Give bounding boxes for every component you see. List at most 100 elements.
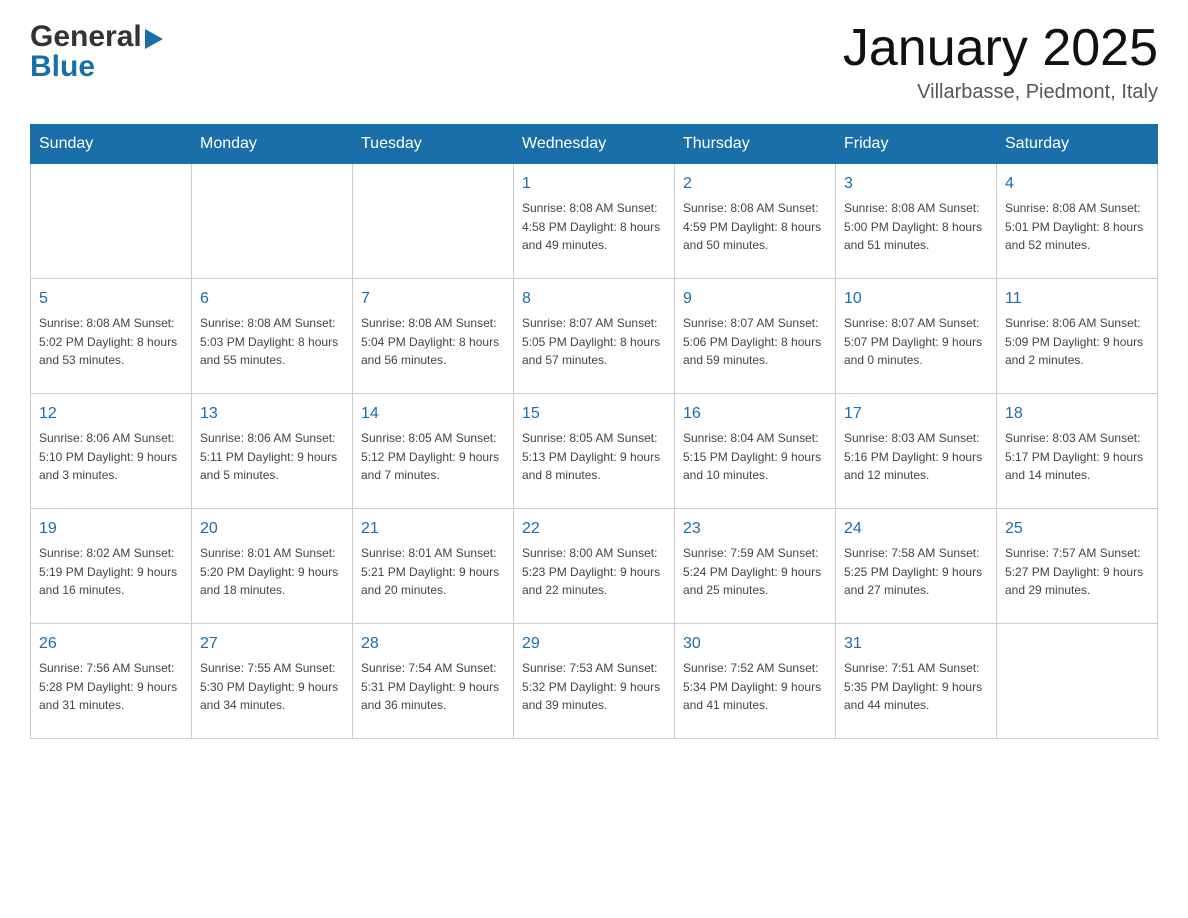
calendar-week-row: 12Sunrise: 8:06 AM Sunset: 5:10 PM Dayli… [31, 394, 1158, 509]
day-info: Sunrise: 8:06 AM Sunset: 5:09 PM Dayligh… [1005, 314, 1149, 370]
day-number: 18 [1005, 402, 1149, 426]
day-number: 30 [683, 632, 827, 656]
calendar-table: SundayMondayTuesdayWednesdayThursdayFrid… [30, 124, 1158, 739]
calendar-subtitle: Villarbasse, Piedmont, Italy [843, 81, 1158, 104]
calendar-cell: 5Sunrise: 8:08 AM Sunset: 5:02 PM Daylig… [31, 279, 192, 394]
calendar-cell: 16 Sunrise: 8:04 AM Sunset: 5:15 PM Dayli… [675, 394, 836, 509]
day-info: Sunrise: 8:04 AM Sunset: 5:15 PM Dayligh… [683, 429, 827, 485]
day-info: Sunrise: 8:07 AM Sunset: 5:07 PM Dayligh… [844, 314, 988, 370]
calendar-week-row: 1Sunrise: 8:08 AM Sunset: 4:58 PM Daylig… [31, 164, 1158, 279]
day-info: Sunrise: 7:54 AM Sunset: 5:31 PM Dayligh… [361, 659, 505, 715]
day-info: Sunrise: 8:06 AM Sunset: 5:11 PM Dayligh… [200, 429, 344, 485]
calendar-cell: 30Sunrise: 7:52 AM Sunset: 5:34 PM Dayli… [675, 624, 836, 739]
calendar-cell: 28 Sunrise: 7:54 AM Sunset: 5:31 PM Dayli… [353, 624, 514, 739]
day-number: 16 [683, 402, 827, 426]
calendar-cell: 6 Sunrise: 8:08 AM Sunset: 5:03 PM Daylig… [192, 279, 353, 394]
day-info: Sunrise: 7:53 AM Sunset: 5:32 PM Dayligh… [522, 659, 666, 715]
calendar-cell: 17 Sunrise: 8:03 AM Sunset: 5:16 PM Dayli… [836, 394, 997, 509]
logo: General Blue [30, 20, 163, 84]
day-number: 7 [361, 287, 505, 311]
calendar-cell: 29Sunrise: 7:53 AM Sunset: 5:32 PM Dayli… [514, 624, 675, 739]
calendar-header-row: SundayMondayTuesdayWednesdayThursdayFrid… [31, 125, 1158, 164]
day-number: 23 [683, 517, 827, 541]
day-info: Sunrise: 8:08 AM Sunset: 5:03 PM Dayligh… [200, 314, 344, 370]
day-number: 17 [844, 402, 988, 426]
calendar-cell: 26Sunrise: 7:56 AM Sunset: 5:28 PM Dayli… [31, 624, 192, 739]
day-info: Sunrise: 8:02 AM Sunset: 5:19 PM Dayligh… [39, 544, 183, 600]
column-header-monday: Monday [192, 125, 353, 164]
calendar-cell: 7Sunrise: 8:08 AM Sunset: 5:04 PM Daylig… [353, 279, 514, 394]
day-info: Sunrise: 8:05 AM Sunset: 5:13 PM Dayligh… [522, 429, 666, 485]
column-header-thursday: Thursday [675, 125, 836, 164]
calendar-week-row: 26Sunrise: 7:56 AM Sunset: 5:28 PM Dayli… [31, 624, 1158, 739]
calendar-cell: 18 Sunrise: 8:03 AM Sunset: 5:17 PM Dayli… [997, 394, 1158, 509]
calendar-cell [353, 164, 514, 279]
calendar-week-row: 19 Sunrise: 8:02 AM Sunset: 5:19 PM Dayli… [31, 509, 1158, 624]
day-info: Sunrise: 7:59 AM Sunset: 5:24 PM Dayligh… [683, 544, 827, 600]
day-number: 3 [844, 172, 988, 196]
logo-chevron-icon [145, 29, 163, 49]
day-number: 19 [39, 517, 183, 541]
day-info: Sunrise: 8:00 AM Sunset: 5:23 PM Dayligh… [522, 544, 666, 600]
day-info: Sunrise: 8:08 AM Sunset: 4:59 PM Dayligh… [683, 199, 827, 255]
day-number: 15 [522, 402, 666, 426]
day-info: Sunrise: 7:57 AM Sunset: 5:27 PM Dayligh… [1005, 544, 1149, 600]
day-number: 31 [844, 632, 988, 656]
calendar-cell: 14 Sunrise: 8:05 AM Sunset: 5:12 PM Dayli… [353, 394, 514, 509]
day-number: 24 [844, 517, 988, 541]
logo-general-text: General [30, 20, 142, 54]
calendar-cell: 10 Sunrise: 8:07 AM Sunset: 5:07 PM Dayli… [836, 279, 997, 394]
day-info: Sunrise: 7:58 AM Sunset: 5:25 PM Dayligh… [844, 544, 988, 600]
day-number: 2 [683, 172, 827, 196]
calendar-week-row: 5Sunrise: 8:08 AM Sunset: 5:02 PM Daylig… [31, 279, 1158, 394]
day-info: Sunrise: 8:03 AM Sunset: 5:16 PM Dayligh… [844, 429, 988, 485]
page-header: General Blue January 2025 Villarbasse, P… [30, 20, 1158, 104]
calendar-cell: 24 Sunrise: 7:58 AM Sunset: 5:25 PM Dayli… [836, 509, 997, 624]
day-info: Sunrise: 8:03 AM Sunset: 5:17 PM Dayligh… [1005, 429, 1149, 485]
day-number: 11 [1005, 287, 1149, 311]
column-header-sunday: Sunday [31, 125, 192, 164]
day-info: Sunrise: 7:55 AM Sunset: 5:30 PM Dayligh… [200, 659, 344, 715]
calendar-cell: 22Sunrise: 8:00 AM Sunset: 5:23 PM Dayli… [514, 509, 675, 624]
day-info: Sunrise: 8:05 AM Sunset: 5:12 PM Dayligh… [361, 429, 505, 485]
day-number: 4 [1005, 172, 1149, 196]
calendar-cell: 1Sunrise: 8:08 AM Sunset: 4:58 PM Daylig… [514, 164, 675, 279]
calendar-cell: 11 Sunrise: 8:06 AM Sunset: 5:09 PM Dayli… [997, 279, 1158, 394]
calendar-cell: 4 Sunrise: 8:08 AM Sunset: 5:01 PM Daylig… [997, 164, 1158, 279]
calendar-cell: 13 Sunrise: 8:06 AM Sunset: 5:11 PM Dayli… [192, 394, 353, 509]
day-number: 1 [522, 172, 666, 196]
day-info: Sunrise: 7:56 AM Sunset: 5:28 PM Dayligh… [39, 659, 183, 715]
calendar-cell: 8Sunrise: 8:07 AM Sunset: 5:05 PM Daylig… [514, 279, 675, 394]
calendar-cell [31, 164, 192, 279]
day-number: 6 [200, 287, 344, 311]
day-info: Sunrise: 8:07 AM Sunset: 5:05 PM Dayligh… [522, 314, 666, 370]
day-number: 9 [683, 287, 827, 311]
day-number: 25 [1005, 517, 1149, 541]
day-info: Sunrise: 8:07 AM Sunset: 5:06 PM Dayligh… [683, 314, 827, 370]
day-number: 14 [361, 402, 505, 426]
calendar-cell: 31 Sunrise: 7:51 AM Sunset: 5:35 PM Dayli… [836, 624, 997, 739]
calendar-cell: 23 Sunrise: 7:59 AM Sunset: 5:24 PM Dayli… [675, 509, 836, 624]
logo-blue-text: Blue [30, 50, 163, 84]
calendar-cell: 9 Sunrise: 8:07 AM Sunset: 5:06 PM Daylig… [675, 279, 836, 394]
day-info: Sunrise: 7:51 AM Sunset: 5:35 PM Dayligh… [844, 659, 988, 715]
day-number: 10 [844, 287, 988, 311]
day-number: 13 [200, 402, 344, 426]
calendar-cell: 12Sunrise: 8:06 AM Sunset: 5:10 PM Dayli… [31, 394, 192, 509]
title-section: January 2025 Villarbasse, Piedmont, Ital… [843, 20, 1158, 104]
day-info: Sunrise: 8:08 AM Sunset: 5:01 PM Dayligh… [1005, 199, 1149, 255]
day-number: 27 [200, 632, 344, 656]
calendar-cell: 21Sunrise: 8:01 AM Sunset: 5:21 PM Dayli… [353, 509, 514, 624]
day-info: Sunrise: 8:08 AM Sunset: 5:00 PM Dayligh… [844, 199, 988, 255]
day-number: 28 [361, 632, 505, 656]
day-info: Sunrise: 8:08 AM Sunset: 5:02 PM Dayligh… [39, 314, 183, 370]
column-header-tuesday: Tuesday [353, 125, 514, 164]
day-number: 21 [361, 517, 505, 541]
calendar-cell: 25 Sunrise: 7:57 AM Sunset: 5:27 PM Dayli… [997, 509, 1158, 624]
day-info: Sunrise: 8:06 AM Sunset: 5:10 PM Dayligh… [39, 429, 183, 485]
day-info: Sunrise: 8:01 AM Sunset: 5:20 PM Dayligh… [200, 544, 344, 600]
calendar-cell: 15 Sunrise: 8:05 AM Sunset: 5:13 PM Dayli… [514, 394, 675, 509]
column-header-saturday: Saturday [997, 125, 1158, 164]
calendar-cell: 3 Sunrise: 8:08 AM Sunset: 5:00 PM Daylig… [836, 164, 997, 279]
calendar-cell: 27 Sunrise: 7:55 AM Sunset: 5:30 PM Dayli… [192, 624, 353, 739]
